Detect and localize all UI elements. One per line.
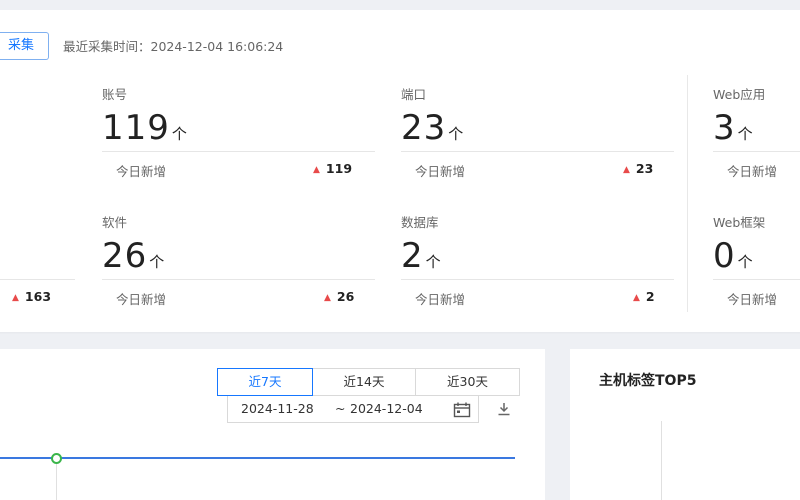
stat-today-label: 今日新增 xyxy=(415,292,466,307)
stat-divider xyxy=(401,279,674,280)
chart-gridline xyxy=(56,464,57,500)
trend-line xyxy=(0,457,515,459)
date-range-tabs: 近7天 近14天 近30天 xyxy=(217,368,520,396)
stat-value: 0个 xyxy=(713,236,753,276)
stat-value: 119 个 xyxy=(102,108,187,148)
collect-button[interactable]: 采集 xyxy=(0,32,49,60)
triangle-up-icon: ▲ xyxy=(623,165,630,175)
stat-today-label: 今日新增 xyxy=(116,292,167,307)
stat-delta: ▲ 163 xyxy=(12,289,52,304)
host-tag-top5-card: 主机标签TOP5 xyxy=(570,349,800,500)
range-14-days[interactable]: 近14天 xyxy=(312,368,416,396)
triangle-up-icon: ▲ xyxy=(313,165,320,175)
stat-value: 2个 xyxy=(401,236,441,276)
host-tag-top5-title: 主机标签TOP5 xyxy=(599,373,697,389)
stat-divider xyxy=(102,151,375,152)
trend-chart-card: 近7天 近14天 近30天 2024-11-28 ~ 2024-12-04 xyxy=(0,349,545,500)
range-30-days[interactable]: 近30天 xyxy=(415,368,520,396)
date-separator: ~ xyxy=(335,401,346,416)
stat-divider xyxy=(0,279,75,280)
stat-value: 26 个 xyxy=(102,236,165,276)
last-collect-time: 最近采集时间：2024-12-04 16:06:24 xyxy=(63,39,284,54)
stat-divider xyxy=(713,279,800,280)
stat-title: 端口 xyxy=(401,87,427,102)
triangle-up-icon: ▲ xyxy=(633,293,640,303)
chart-axis xyxy=(661,421,662,500)
date-start: 2024-11-28 xyxy=(241,401,314,416)
stat-divider xyxy=(401,151,674,152)
stat-today-label: 今日新增 xyxy=(727,292,778,307)
download-icon[interactable] xyxy=(497,402,511,416)
triangle-up-icon: ▲ xyxy=(324,293,331,303)
column-divider xyxy=(687,75,688,312)
stat-delta: ▲ 23 xyxy=(623,161,654,176)
stat-delta: ▲ 2 xyxy=(633,289,655,304)
stat-delta: ▲ 119 xyxy=(313,161,353,176)
stat-value: 3个 xyxy=(713,108,753,148)
stat-divider xyxy=(102,279,375,280)
stat-value: 23 个 xyxy=(401,108,464,148)
stat-delta: ▲ 26 xyxy=(324,289,355,304)
date-range-picker[interactable]: 2024-11-28 ~ 2024-12-04 xyxy=(227,395,479,423)
stat-today-label: 今日新增 xyxy=(727,164,778,179)
stat-title: 账号 xyxy=(102,87,128,102)
stat-divider xyxy=(713,151,800,152)
stat-title: 数据库 xyxy=(401,215,439,230)
triangle-up-icon: ▲ xyxy=(12,293,19,303)
stat-title: 软件 xyxy=(102,215,128,230)
stat-today-label: 今日新增 xyxy=(415,164,466,179)
calendar-icon[interactable] xyxy=(453,402,471,418)
range-7-days[interactable]: 近7天 xyxy=(217,368,313,396)
stat-today-label: 今日新增 xyxy=(116,164,167,179)
date-end: 2024-12-04 xyxy=(350,401,423,416)
stat-title: Web应用 xyxy=(713,87,766,102)
trend-data-point[interactable] xyxy=(51,453,62,464)
stat-title: Web框架 xyxy=(713,215,766,230)
